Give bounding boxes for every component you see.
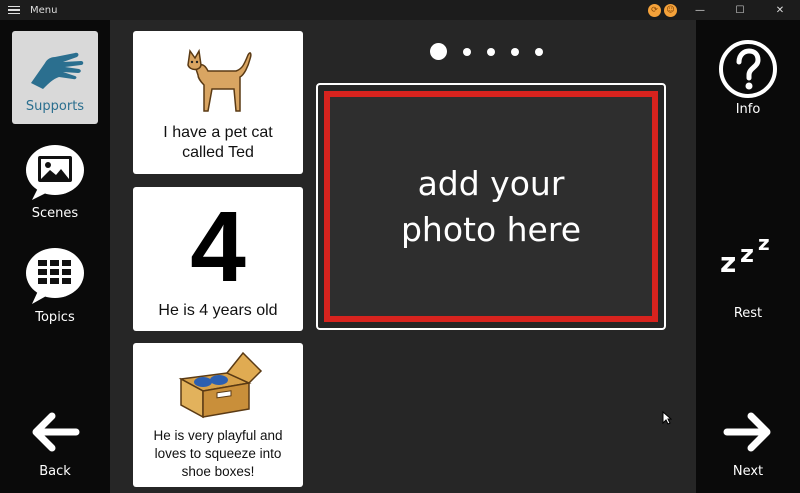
arrow-left-icon: [32, 412, 80, 452]
mouse-cursor-icon: [662, 411, 672, 425]
card-pet-cat[interactable]: I have a pet cat called Ted: [133, 31, 303, 174]
account-icon[interactable]: ☺: [664, 3, 677, 17]
supports-label: Supports: [25, 99, 85, 114]
photo-placeholder[interactable]: add your photo here: [316, 83, 666, 330]
grid-bubble-icon: [26, 248, 84, 304]
info-label: Info: [735, 102, 761, 117]
right-sidebar: Info z z z Rest Next: [696, 20, 800, 493]
page-dot[interactable]: [535, 47, 543, 56]
topics-button[interactable]: Topics: [0, 246, 110, 325]
next-button[interactable]: Next: [696, 412, 800, 479]
back-button[interactable]: Back: [0, 412, 110, 479]
close-button[interactable]: ✕: [760, 0, 800, 20]
topics-label: Topics: [35, 310, 75, 325]
page-dot[interactable]: [463, 47, 471, 56]
title-bar: Menu ⟳ ☺ — ☐ ✕: [0, 0, 800, 20]
card-caption: I have a pet cat called Ted: [163, 124, 273, 161]
hand-icon: [31, 52, 84, 89]
arrow-right-icon: [723, 412, 771, 452]
photo-placeholder-text: add your photo here: [400, 163, 582, 249]
scenes-label: Scenes: [31, 206, 79, 221]
rest-label: Rest: [733, 306, 763, 321]
card-age[interactable]: 4 He is 4 years old: [133, 187, 303, 331]
page-dot[interactable]: [511, 47, 519, 56]
svg-text:z: z: [758, 231, 770, 255]
info-button[interactable]: Info: [696, 38, 800, 117]
question-icon: [719, 40, 777, 98]
zzz-icon: z z z: [720, 231, 770, 278]
card-shoe-box[interactable]: He is very playful and loves to squeeze …: [133, 343, 303, 487]
next-label: Next: [732, 464, 764, 479]
scenes-button[interactable]: Scenes: [0, 144, 110, 221]
card-caption: He is 4 years old: [158, 302, 278, 319]
age-number: 4: [190, 191, 246, 303]
rest-button[interactable]: z z z Rest: [696, 228, 800, 321]
page-dot-active[interactable]: [430, 43, 447, 60]
main-panel: I have a pet cat called Ted 4 He is 4 ye…: [110, 20, 696, 493]
hamburger-menu-icon[interactable]: [0, 0, 28, 20]
photo-placeholder-border: add your photo here: [324, 91, 658, 322]
page-indicator: [430, 43, 543, 60]
shoe-box-icon: [178, 351, 263, 419]
supports-button[interactable]: Supports: [12, 31, 98, 124]
card-caption: He is very playful and loves to squeeze …: [153, 428, 283, 479]
menu-label[interactable]: Menu: [30, 5, 57, 16]
page-dot[interactable]: [487, 47, 495, 56]
back-label: Back: [39, 464, 71, 479]
sync-icon[interactable]: ⟳: [648, 3, 661, 17]
svg-text:z: z: [740, 240, 754, 268]
maximize-button[interactable]: ☐: [720, 0, 760, 20]
left-sidebar: Supports Scenes Topics Back: [0, 20, 110, 493]
minimize-button[interactable]: —: [680, 0, 720, 20]
cat-icon: [187, 48, 252, 112]
svg-text:z: z: [720, 246, 736, 278]
picture-bubble-icon: [26, 145, 84, 200]
